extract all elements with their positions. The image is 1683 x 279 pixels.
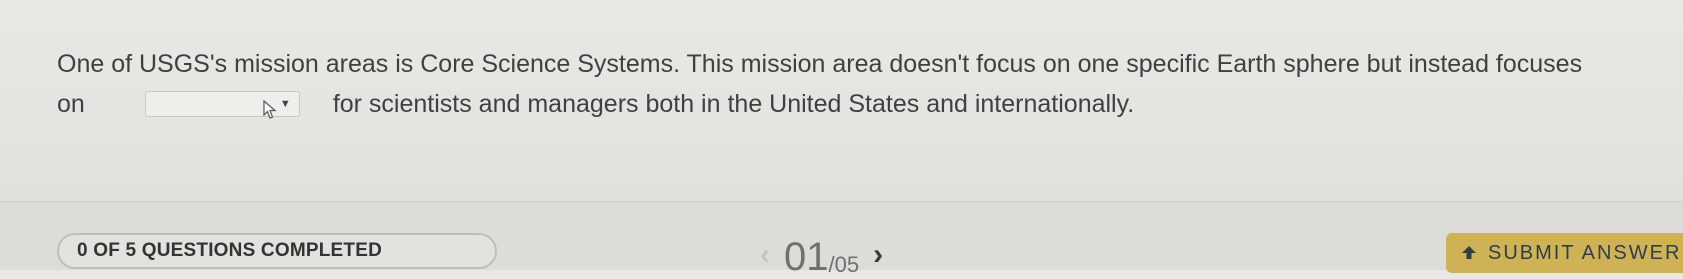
progress-text: 0 OF 5 QUESTIONS COMPLETED	[77, 240, 383, 261]
question-prefix: on	[57, 90, 85, 118]
submit-answer-label: SUBMIT ANSWER	[1488, 241, 1682, 264]
question-line-1: One of USGS's mission areas is Core Scie…	[57, 50, 1583, 78]
next-question-button[interactable]: ›	[873, 240, 883, 270]
question-text: One of USGS's mission areas is Core Scie…	[57, 44, 1647, 124]
progress-indicator: 0 OF 5 QUESTIONS COMPLETED	[57, 233, 497, 269]
submit-answer-button[interactable]: SUBMIT ANSWER	[1446, 233, 1683, 273]
question-suffix: for scientists and managers both in the …	[332, 90, 1135, 118]
upload-arrow-icon	[1462, 246, 1476, 259]
answer-dropdown[interactable]: ▼	[144, 91, 300, 119]
previous-question-button[interactable]: ‹	[760, 240, 770, 270]
mouse-cursor-icon	[263, 100, 277, 119]
total-questions: /05	[828, 252, 860, 277]
question-line-2: on ▼ for scientists and managers both in…	[57, 84, 1647, 124]
chevron-down-icon: ▼	[279, 98, 291, 110]
current-question-number: 01	[784, 235, 829, 279]
question-pager: ‹ 01 /05 ›	[760, 235, 883, 279]
